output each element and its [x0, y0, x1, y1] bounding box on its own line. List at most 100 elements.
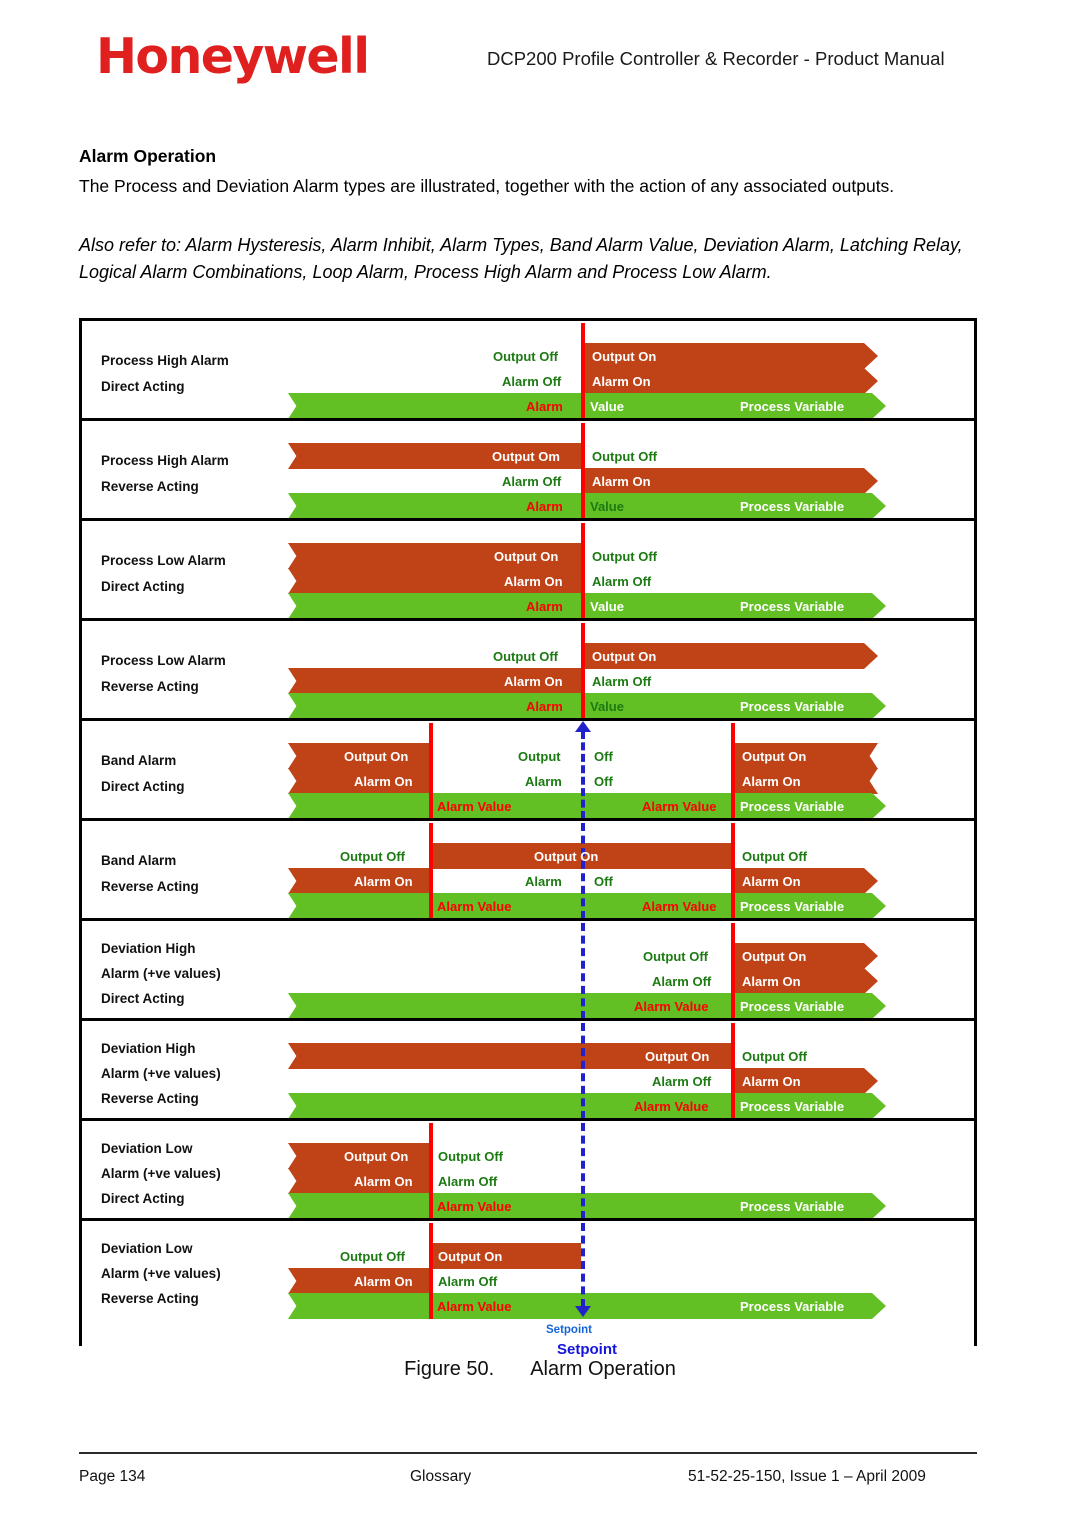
alarm-value-text: Alarm Value: [437, 1299, 512, 1314]
pv-bar-tail-icon: [288, 1093, 302, 1118]
output-right-text: Output Off: [742, 849, 807, 864]
output-left-text: Output Om: [492, 449, 560, 464]
output-right-text: Output On: [438, 1249, 503, 1264]
alarm-value-left-text: Alarm Value: [437, 899, 512, 914]
value-word-text: Value: [590, 599, 624, 614]
output-left-text: Output On: [344, 1149, 409, 1164]
pv-bar-arrow-icon: [872, 693, 886, 718]
page-header: Honeywell DCP200 Profile Controller & Re…: [0, 0, 1080, 100]
row-title: Deviation High: [101, 1041, 196, 1056]
row-deviation-low-reverse: Deviation Low Alarm (+ve values) Reverse…: [82, 1221, 974, 1321]
row-title: Deviation High: [101, 941, 196, 956]
header-title: DCP200 Profile Controller & Recorder - P…: [487, 48, 945, 69]
row-action: Reverse Acting: [101, 879, 199, 894]
setpoint-arrow-down-icon: [575, 1306, 591, 1317]
alarm-value-line: [581, 423, 585, 518]
output-right-text: Output On: [592, 349, 657, 364]
row-deviation-high-reverse: Deviation High Alarm (+ve values) Revers…: [82, 1021, 974, 1121]
also-refer-paragraph: Also refer to: Alarm Hysteresis, Alarm I…: [79, 235, 963, 282]
alarm-left-text: Alarm On: [504, 674, 563, 689]
output-bar-tail-icon: [288, 743, 302, 769]
alarm-value-line-high: [731, 723, 735, 818]
output-right-text: Output On: [592, 649, 657, 664]
alarm-mid-word-text: Alarm: [525, 874, 562, 889]
honeywell-logo: Honeywell: [96, 28, 370, 85]
output-mid-word-text: Output: [518, 749, 561, 764]
figure-caption-text: Alarm Operation: [530, 1358, 676, 1380]
alarm-right-text: Alarm Off: [438, 1174, 498, 1189]
alarm-left-text: Alarm On: [504, 574, 563, 589]
page-title: Alarm Operation: [79, 146, 217, 166]
row-action: Reverse Acting: [101, 1291, 199, 1306]
alarm-bar-tail-icon: [288, 568, 302, 594]
alarm-left-text: Alarm Off: [502, 374, 562, 389]
alarm-operation-figure: Process High Alarm Direct Acting Output …: [79, 318, 977, 1347]
alarm-mid-word-text: Alarm: [525, 774, 562, 789]
alarm-bar-arrow-icon: [864, 368, 878, 394]
alarm-value-line: [429, 1123, 433, 1218]
process-variable-text: Process Variable: [740, 999, 845, 1014]
output-bar-tail-icon: [288, 443, 302, 469]
row-subtitle: Alarm (+ve values): [101, 1066, 221, 1081]
output-left-text: Output Off: [340, 849, 405, 864]
intro-paragraph: The Process and Deviation Alarm types ar…: [79, 176, 895, 196]
alarm-word-text: Alarm: [526, 399, 563, 414]
alarm-word-text: Alarm: [526, 699, 563, 714]
pv-bar-tail-icon: [288, 1193, 302, 1218]
alarm-value-line: [581, 623, 585, 718]
process-variable-text: Process Variable: [740, 899, 845, 914]
row-title: Process High Alarm: [101, 353, 229, 368]
row-title: Deviation Low: [101, 1141, 193, 1156]
process-variable-text: Process Variable: [740, 1099, 845, 1114]
pv-bar-arrow-icon: [872, 893, 886, 918]
alarm-word-text: Alarm: [526, 599, 563, 614]
alarm-right-text: Alarm On: [592, 474, 651, 489]
row-action: Direct Acting: [101, 579, 185, 594]
output-left-text: Output On: [645, 1049, 710, 1064]
pv-bar-tail-icon: [288, 693, 302, 718]
output-bar-tail-icon: [288, 543, 302, 569]
alarm-right-text: Alarm On: [592, 374, 651, 389]
output-right-text: Output On: [742, 749, 807, 764]
row-title: Process Low Alarm: [101, 653, 226, 668]
alarm-value-line-low: [429, 723, 433, 818]
footer-doc-id: 51-52-25-150, Issue 1 – April 2009: [688, 1468, 926, 1485]
row-title: Band Alarm: [101, 753, 177, 768]
setpoint-line: [581, 731, 585, 818]
row-action: Reverse Acting: [101, 1091, 199, 1106]
row-action: Reverse Acting: [101, 479, 199, 494]
alarm-left-text: Alarm On: [354, 1274, 413, 1289]
alarm-value-right-text: Alarm Value: [642, 799, 717, 814]
process-variable-text: Process Variable: [740, 1299, 845, 1314]
setpoint-line: [581, 823, 585, 918]
row-subtitle: Alarm (+ve values): [101, 966, 221, 981]
pv-bar-arrow-icon: [872, 593, 886, 618]
pv-bar-tail-icon: [288, 993, 302, 1018]
figure-caption: Figure 50. Alarm Operation: [0, 1358, 1080, 1381]
document-page: Honeywell DCP200 Profile Controller & Re…: [0, 0, 1080, 1527]
row-deviation-high-direct: Deviation High Alarm (+ve values) Direct…: [82, 921, 974, 1021]
alarm-bar-arrow-icon: [864, 468, 878, 494]
alarm-left-text: Alarm On: [354, 1174, 413, 1189]
pv-bar-tail-icon: [288, 393, 302, 418]
output-left-text: Output Off: [643, 949, 708, 964]
row-action: Direct Acting: [101, 779, 185, 794]
alarm-value-line: [731, 923, 735, 1018]
setpoint-inner-label: Setpoint: [546, 1324, 592, 1336]
output-left-text: Output On: [494, 549, 559, 564]
alarm-value-right-text: Alarm Value: [642, 899, 717, 914]
alarm-right-text: Alarm Off: [438, 1274, 498, 1289]
setpoint-line: [581, 1123, 585, 1218]
alarm-left-text: Alarm On: [354, 874, 413, 889]
alarm-value-text: Alarm Value: [634, 1099, 709, 1114]
pv-bar-arrow-icon: [872, 1293, 886, 1319]
alarm-right-text: Alarm On: [742, 874, 801, 889]
alarm-bar-right-tail-icon: [864, 768, 878, 794]
row-process-high-reverse: Process High Alarm Reverse Acting Output…: [82, 421, 974, 521]
row-process-low-reverse: Process Low Alarm Reverse Acting Output …: [82, 621, 974, 721]
alarm-left-text: Alarm Off: [502, 474, 562, 489]
alarm-right-text: Alarm On: [742, 774, 801, 789]
setpoint-outer-label: Setpoint: [557, 1341, 617, 1358]
row-action: Direct Acting: [101, 991, 185, 1006]
alarm-value-line: [581, 523, 585, 618]
